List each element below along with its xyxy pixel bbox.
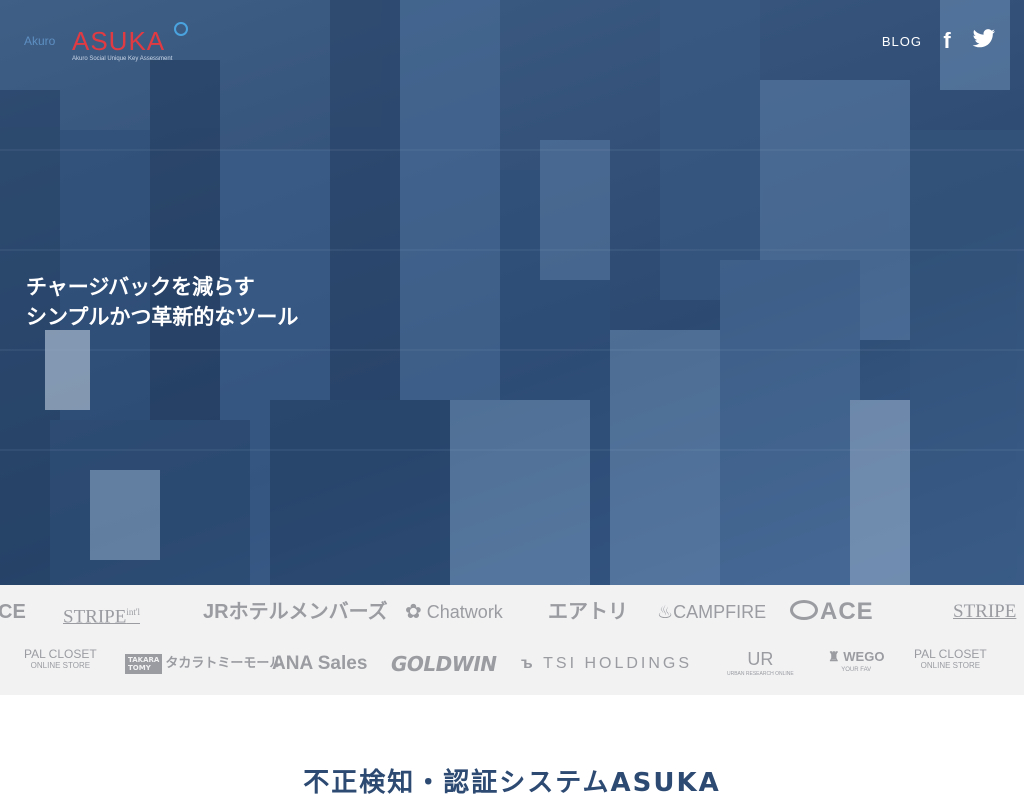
brand-name: ASUKA <box>72 26 166 56</box>
facebook-icon[interactable]: f <box>940 28 954 54</box>
nav-blog-link[interactable]: BLOG <box>882 34 922 49</box>
hero-line-2: シンプルかつ革新的なツール <box>26 305 299 329</box>
client-logo-ana-sales: ANA Sales <box>272 653 368 674</box>
client-logo-urban-research: UR URBAN RESEARCH ONLINE <box>727 649 794 677</box>
client-logo-ace-partial: CE <box>0 601 26 623</box>
brand-dot-icon <box>174 22 188 36</box>
client-logo-wego: ♜ WEGO YOUR FAV <box>828 649 885 673</box>
client-logo-tsi-holdings: ъ TSI HOLDINGS <box>521 655 693 672</box>
client-logo-takaratomy-mall: TAKARA TOMY タカラトミーモール <box>125 649 282 679</box>
hero-line-1: チャージバックを減らす <box>26 275 255 299</box>
client-logo-stripe-2: STRIPE <box>953 601 1017 622</box>
client-logo-chatwork: ✿ Chatwork <box>405 601 503 623</box>
takara-tomy-badge: TAKARA TOMY <box>125 653 163 674</box>
chatwork-icon: ✿ <box>405 601 422 623</box>
client-logo-ace: ACE <box>790 595 874 629</box>
ace-ring-icon <box>790 600 818 620</box>
brand-prefix: Akuro <box>24 34 56 48</box>
section-title: 不正検知・認証システムASUKA <box>303 768 721 798</box>
client-logo-stripe: STRIPEint'l <box>63 606 140 628</box>
client-logo-jr-hotel: JRホテルメンバーズ <box>203 601 388 623</box>
wego-figure-icon: ♜ <box>828 649 840 664</box>
client-logo-goldwin: GOLDWIN <box>391 652 497 676</box>
top-nav: BLOG f <box>882 28 996 54</box>
tsi-icon: ъ <box>521 655 536 672</box>
hero-banner: Akuro ASUKA Akuro Social Unique Key Asse… <box>0 0 1024 585</box>
client-logo-pal-closet: PAL CLOSET ONLINE STORE <box>24 647 97 670</box>
brand-tagline: Akuro Social Unique Key Assessment <box>72 56 173 62</box>
client-logo-campfire: ♨CAMPFIRE <box>657 602 767 622</box>
client-logos: CE STRIPEint'l JRホテルメンバーズ ✿ Chatwork エアト… <box>0 585 1024 695</box>
flame-icon: ♨ <box>657 602 674 622</box>
client-logo-pal-closet-2: PAL CLOSET ONLINE STORE <box>914 647 987 670</box>
twitter-icon[interactable] <box>972 29 996 53</box>
client-logo-airtrip: エアトリ <box>548 601 628 623</box>
hero-headline: チャージバックを減らす シンプルかつ革新的なツール <box>26 272 298 332</box>
